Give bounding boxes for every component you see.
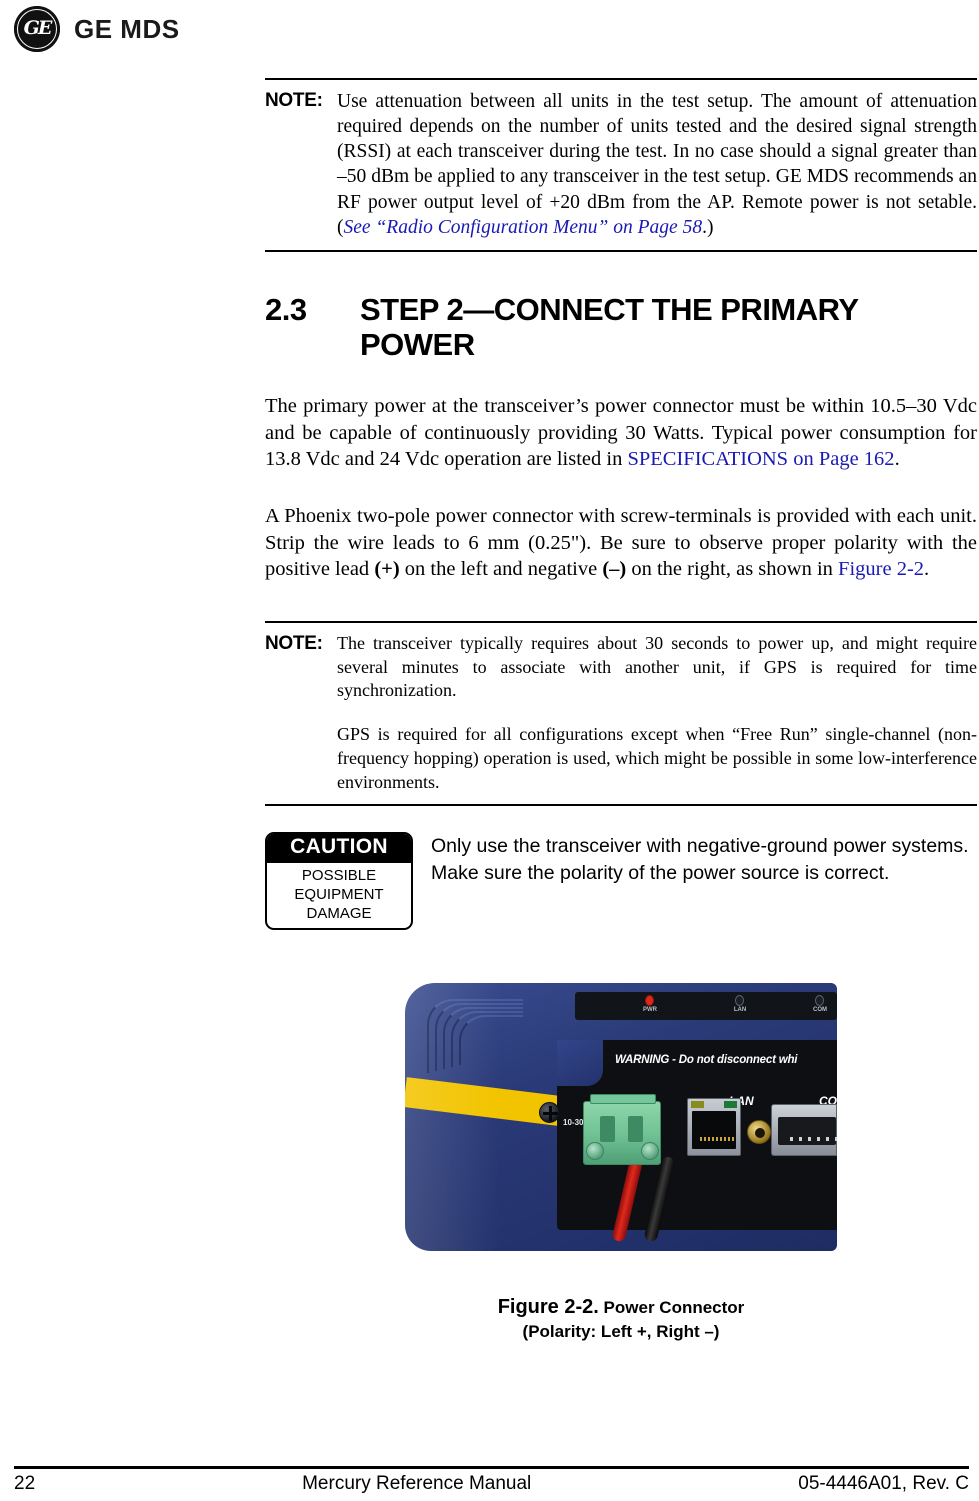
footer-manual-title: Mercury Reference Manual <box>302 1473 532 1494</box>
figure-caption-title: Power Connector <box>598 1298 745 1318</box>
paragraph-primary-power: The primary power at the transceiver’s p… <box>265 393 977 473</box>
phoenix-slot-right <box>628 1116 643 1143</box>
note-label: NOTE: <box>265 90 323 111</box>
panel-warning-label: WARNING - Do not disconnect whi <box>615 1054 798 1067</box>
phoenix-screw-left <box>586 1142 604 1161</box>
lan-rj45-jack <box>687 1098 741 1157</box>
transceiver-photo: PWR LAN COM WARNING - Do not disconnect … <box>405 978 837 1286</box>
note-body: Use attenuation between all units in the… <box>337 89 977 240</box>
heatsink-fins <box>427 993 557 1088</box>
rj45-led-left <box>691 1101 704 1109</box>
figure-link[interactable]: Figure 2-2 <box>838 558 924 580</box>
section-number: 2.3 <box>265 291 307 327</box>
phoenix-slot-left <box>600 1116 615 1143</box>
masthead: GE GE MDS <box>14 6 180 52</box>
panel-corner-notch <box>557 1040 603 1087</box>
paragraph-phoenix-connector: A Phoenix two-pole power connector with … <box>265 503 977 583</box>
note-text: Use attenuation between all units in the… <box>337 91 977 238</box>
panel-screw-icon <box>539 1102 560 1124</box>
led-indicator-strip: PWR LAN COM <box>575 992 837 1021</box>
cross-reference-see[interactable]: See <box>344 217 376 238</box>
voltage-range-label: 10-30 <box>563 1118 584 1128</box>
note-body-2: The transceiver typically requires about… <box>337 632 977 795</box>
caution-badge: CAUTION POSSIBLE EQUIPMENT DAMAGE <box>265 832 413 931</box>
note-text-tail: .) <box>702 216 714 238</box>
phoenix-power-connector <box>583 1094 661 1166</box>
paragraph-text-d: . <box>924 558 930 581</box>
db9-cavity <box>778 1117 837 1146</box>
note-block-powerup: NOTE: The transceiver typically requires… <box>265 620 977 807</box>
rj45-cavity <box>692 1111 736 1150</box>
note-paragraph-1: The transceiver typically requires about… <box>337 632 977 701</box>
led-lan-icon <box>735 995 744 1007</box>
caution-subline-1: POSSIBLE <box>301 866 377 884</box>
caution-block: CAUTION POSSIBLE EQUIPMENT DAMAGE Only u… <box>265 832 977 931</box>
caution-subline-3: DAMAGE <box>306 904 372 922</box>
caution-heading: CAUTION <box>267 834 411 863</box>
led-pwr-icon <box>645 995 654 1007</box>
phoenix-top-rail <box>590 1094 656 1105</box>
paragraph-text-b: on the left and negative <box>399 558 603 581</box>
figure-caption: Figure 2-2. Power Connector (Polarity: L… <box>265 1295 977 1342</box>
antenna-sma-connector <box>747 1120 771 1145</box>
figure-2-2: PWR LAN COM WARNING - Do not disconnect … <box>265 978 977 1342</box>
page-title: STEP 2—CONNECT THE PRIMARY POWER <box>360 291 859 363</box>
paragraph-text-tail: . <box>894 448 900 471</box>
footer-page-number: 22 <box>14 1473 36 1494</box>
led-label-pwr: PWR <box>643 1007 657 1014</box>
led-label-com: COM <box>813 1007 827 1014</box>
phoenix-screw-right <box>641 1142 659 1161</box>
figure-caption-number: Figure 2-2. <box>497 1296 599 1319</box>
ge-mds-wordmark: GE MDS <box>74 13 180 44</box>
paragraph-text-c: on the right, as shown in <box>626 558 839 581</box>
note-block-attenuation: NOTE: Use attenuation between all units … <box>265 78 977 252</box>
caution-subtext: POSSIBLE EQUIPMENT DAMAGE <box>267 863 411 929</box>
note-paragraph-2: GPS is required for all configurations e… <box>337 724 977 792</box>
led-com-icon <box>815 995 824 1007</box>
polarity-minus: (–) <box>602 558 627 581</box>
ge-monogram-letters: GE <box>23 16 53 39</box>
led-label-lan: LAN <box>733 1007 747 1014</box>
polarity-plus: (+) <box>374 558 400 581</box>
figure-caption-subtitle: (Polarity: Left +, Right –) <box>522 1321 720 1341</box>
ge-monogram-icon: GE <box>14 6 60 52</box>
cross-reference-link[interactable]: “Radio Configuration Menu” on Page 58 <box>375 217 702 238</box>
caution-message: Only use the transceiver with negative-g… <box>431 835 969 884</box>
rj45-led-right <box>724 1101 737 1109</box>
page-content: NOTE: Use attenuation between all units … <box>265 0 977 1342</box>
note-label-2: NOTE: <box>265 632 323 654</box>
page-footer: 22 Mercury Reference Manual 05-4446A01, … <box>14 1466 969 1495</box>
footer-document-number: 05-4446A01, Rev. C <box>798 1473 969 1494</box>
specifications-link[interactable]: SPECIFICATIONS on Page 162 <box>627 448 894 470</box>
caution-subline-2: EQUIPMENT <box>294 885 384 903</box>
note-paragraph: Use attenuation between all units in the… <box>337 89 977 240</box>
com-db9-connector <box>771 1104 837 1157</box>
section-heading: 2.3 STEP 2—CONNECT THE PRIMARY POWER <box>265 292 977 363</box>
